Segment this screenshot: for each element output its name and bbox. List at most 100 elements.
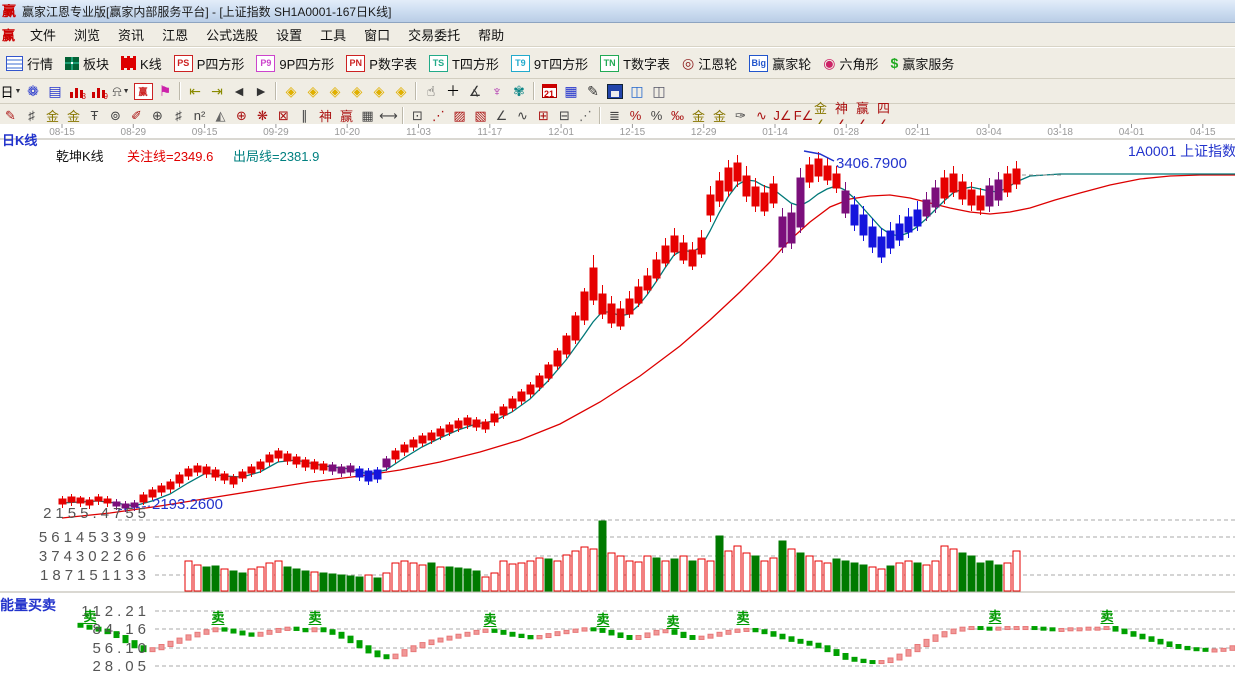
draw-tool-icon-1[interactable]: ♯ bbox=[21, 106, 42, 126]
gann-diamond-icon[interactable]: ◈ bbox=[302, 81, 324, 101]
draw-tool-icon-7[interactable]: ⊕ bbox=[147, 106, 168, 126]
calculator-icon[interactable]: ▦ bbox=[560, 81, 582, 101]
draw-tool-icon-8[interactable]: ♯ bbox=[168, 106, 189, 126]
draw-tool-icon-33[interactable]: ‰ bbox=[667, 106, 688, 126]
draw-tool-icon-23[interactable]: ▧ bbox=[470, 106, 491, 126]
gann-diamond-icon[interactable]: ◈ bbox=[368, 81, 390, 101]
draw-tool-icon-9[interactable]: n² bbox=[189, 106, 210, 126]
win-flag-icon[interactable]: 赢 bbox=[132, 81, 154, 101]
draw-tool-icon-5[interactable]: ⊚ bbox=[105, 106, 126, 126]
memo-icon[interactable]: ✎ bbox=[582, 81, 604, 101]
draw-tool-icon-30[interactable]: ≣ bbox=[604, 106, 625, 126]
draw-tool-icon-26[interactable]: ⊞ bbox=[533, 106, 554, 126]
draw-tool-icon-10[interactable]: ◭ bbox=[210, 106, 231, 126]
period-selector[interactable]: 日 ▼ bbox=[0, 81, 22, 101]
draw-tool-icon-13[interactable]: ⊠ bbox=[273, 106, 294, 126]
ornament-icon[interactable]: ♆ bbox=[486, 81, 508, 101]
network-icon[interactable]: ◫ bbox=[626, 81, 648, 101]
chart-flag-icon[interactable]: ⚑ bbox=[154, 81, 176, 101]
angle-tool-icon[interactable]: ∡ bbox=[464, 81, 486, 101]
toolbar-item-江恩轮[interactable]: ◎ 江恩轮 bbox=[676, 52, 743, 75]
toolbar-item-9T四方形[interactable]: T9 9T四方形 bbox=[505, 52, 594, 75]
toolbar-item-K线[interactable]: K线 bbox=[115, 52, 168, 75]
draw-tool-icon-4[interactable]: Ŧ bbox=[84, 106, 105, 126]
draw-tool-icon-12[interactable]: ❋ bbox=[252, 106, 273, 126]
draw-tool-icon-38[interactable]: J∠ bbox=[772, 106, 793, 126]
draw-tool-icon-40[interactable]: 金∠ bbox=[814, 101, 835, 132]
draw-tool-icon-36[interactable]: ✑ bbox=[730, 106, 751, 126]
toolbar-item-行情[interactable]: 行情 bbox=[0, 52, 59, 75]
gann-diamond-icon[interactable]: ◈ bbox=[390, 81, 412, 101]
gann-diamond-icon[interactable]: ◈ bbox=[280, 81, 302, 101]
toolbar-item-板块[interactable]: 板块 bbox=[59, 52, 115, 75]
toolbar-item-P数字表[interactable]: PN P数字表 bbox=[340, 52, 423, 75]
draw-tool-icon-3[interactable]: 金 bbox=[63, 106, 84, 126]
draw-tool-icon-16[interactable]: 赢 bbox=[336, 106, 357, 126]
gann-diamond-icon[interactable]: ◈ bbox=[346, 81, 368, 101]
small-chart3-icon[interactable]: 3 bbox=[66, 81, 88, 101]
gann-diamond-icon[interactable]: ◈ bbox=[324, 81, 346, 101]
draw-tool-icon-39[interactable]: F∠ bbox=[793, 106, 814, 126]
draw-tool-icon-41[interactable]: 神∠ bbox=[835, 101, 856, 132]
date-label: 04-01 bbox=[1118, 127, 1145, 138]
draw-tool-icon-43[interactable]: 四∠ bbox=[877, 101, 898, 132]
draw-tool-icon-27[interactable]: ⊟ bbox=[554, 106, 575, 126]
first-page-icon[interactable]: ⇤ bbox=[184, 81, 206, 101]
menu-江恩[interactable]: 江恩 bbox=[153, 22, 197, 47]
remote-icon[interactable]: ◫ bbox=[648, 81, 670, 101]
draw-tool-icon-37[interactable]: ∿ bbox=[751, 106, 772, 126]
candle-style-icon[interactable]: ⍾ ▼ bbox=[110, 81, 132, 101]
toolbar-item-T四方形[interactable]: TS T四方形 bbox=[423, 52, 505, 75]
draw-tool-icon-21[interactable]: ⋰ bbox=[428, 106, 449, 126]
crosshair-icon[interactable]: ＋ bbox=[442, 81, 464, 101]
menu-工具[interactable]: 工具 bbox=[311, 22, 355, 47]
title-bar[interactable]: 赢 赢家江恩专业版[赢家内部服务平台] - [上证指数 SH1A0001-167… bbox=[0, 0, 1235, 23]
menu-资讯[interactable]: 资讯 bbox=[109, 22, 153, 47]
draw-tool-icon-31[interactable]: % bbox=[625, 106, 646, 126]
draw-tool-icon-0[interactable]: ✎ bbox=[0, 106, 21, 126]
draw-tool-icon-11[interactable]: ⊕ bbox=[231, 106, 252, 126]
六角形-icon: ◉ bbox=[823, 54, 836, 71]
draw-tool-icon-17[interactable]: ▦ bbox=[357, 106, 378, 126]
draw-tool-icon-20[interactable]: ⊡ bbox=[407, 106, 428, 126]
draw-tool-icon-18[interactable]: ⟷ bbox=[378, 106, 399, 126]
draw-tool-icon-14[interactable]: ∥ bbox=[294, 106, 315, 126]
toolbar-item-9P四方形[interactable]: P9 9P四方形 bbox=[250, 52, 340, 75]
toolbar-item-赢家轮[interactable]: Big 赢家轮 bbox=[743, 52, 817, 75]
draw-tool-icon-6[interactable]: ✐ bbox=[126, 106, 147, 126]
draw-tool-icon-2[interactable]: 金 bbox=[42, 106, 63, 126]
small-chart9-icon[interactable]: 9 bbox=[88, 81, 110, 101]
volume-axis-label: 374302266 bbox=[38, 548, 150, 565]
save-icon[interactable] bbox=[604, 81, 626, 101]
draw-tool-icon-25[interactable]: ∿ bbox=[512, 106, 533, 126]
hand-icon[interactable]: ☝ bbox=[420, 81, 442, 101]
toolbar-item-P四方形[interactable]: PS P四方形 bbox=[168, 52, 251, 75]
pattern-icon[interactable]: ❁ bbox=[22, 81, 44, 101]
draw-tool-icon-24[interactable]: ∠ bbox=[491, 106, 512, 126]
menu-帮助[interactable]: 帮助 bbox=[469, 22, 513, 47]
draw-tool-icon-32[interactable]: % bbox=[646, 106, 667, 126]
last-page-icon[interactable]: ⇥ bbox=[206, 81, 228, 101]
calendar-icon[interactable]: 21 bbox=[538, 81, 560, 101]
draw-tool-icon-35[interactable]: 金 bbox=[709, 106, 730, 126]
toolbar-item-六角形[interactable]: ◉ 六角形 bbox=[817, 52, 884, 75]
app-icon-small: 赢 bbox=[2, 28, 16, 43]
menu-交易委托[interactable]: 交易委托 bbox=[399, 22, 469, 47]
draw-tool-icon-15[interactable]: 神 bbox=[315, 106, 336, 126]
menu-公式选股[interactable]: 公式选股 bbox=[197, 22, 267, 47]
toolbar-item-赢家服务[interactable]: $ 赢家服务 bbox=[885, 52, 961, 75]
menu-文件[interactable]: 文件 bbox=[21, 22, 65, 47]
menu-设置[interactable]: 设置 bbox=[267, 22, 311, 47]
draw-tool-icon-42[interactable]: 赢∠ bbox=[856, 101, 877, 132]
flower-icon[interactable]: ✾ bbox=[508, 81, 530, 101]
chart-area[interactable]: 日K线 乾坤K线 关注线=2349.6 出局线=2381.9 1A0001 上证… bbox=[0, 124, 1235, 678]
menu-窗口[interactable]: 窗口 bbox=[355, 22, 399, 47]
draw-tool-icon-28[interactable]: ⋰ bbox=[575, 106, 596, 126]
menu-浏览[interactable]: 浏览 bbox=[65, 22, 109, 47]
toolbar-item-T数字表[interactable]: TN T数字表 bbox=[594, 52, 676, 75]
next-icon[interactable]: ► bbox=[250, 81, 272, 101]
draw-tool-icon-22[interactable]: ▨ bbox=[449, 106, 470, 126]
draw-tool-icon-34[interactable]: 金 bbox=[688, 106, 709, 126]
list-icon[interactable]: ▤ bbox=[44, 81, 66, 101]
prev-icon[interactable]: ◄ bbox=[228, 81, 250, 101]
